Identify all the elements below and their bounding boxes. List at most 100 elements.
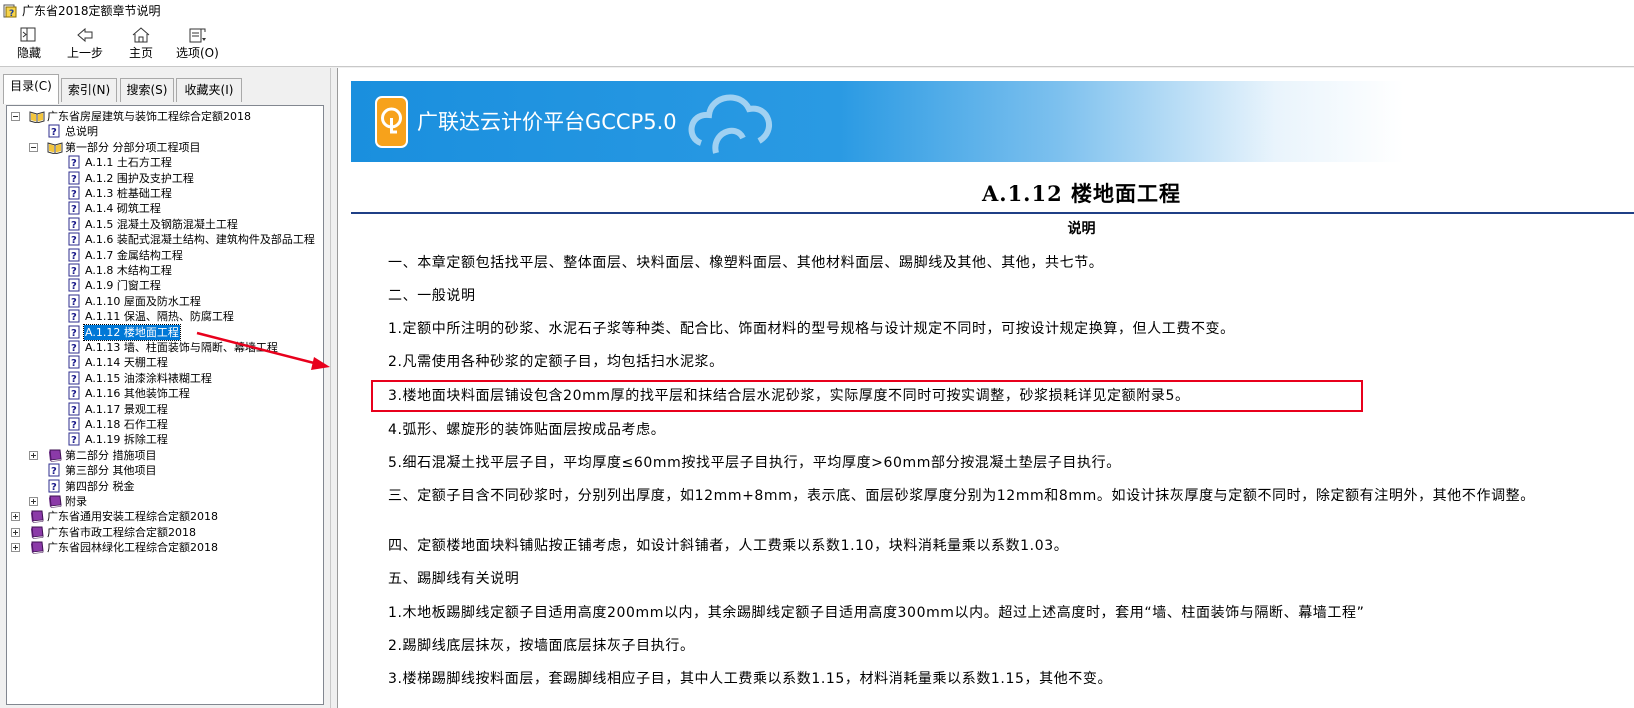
tab-favorites[interactable]: 收藏夹(I) [176,78,242,102]
svg-text:?: ? [71,158,77,169]
options-button[interactable]: 选项(O) [176,24,219,64]
book-open-icon [29,109,45,127]
paragraph: 二、一般说明 [388,288,476,304]
toolbar: 隐藏 上一步 主页 选项(O) [0,22,1634,66]
banner-title: 广联达云计价平台GCCP5.0 [417,110,677,134]
pane-splitter[interactable] [330,68,336,708]
tree-item-label: A.1.11 保温、隔热、防腐工程 [85,310,234,323]
tree-item-label: 总说明 [65,125,98,138]
tree-item-label: A.1.10 屋面及防水工程 [85,295,201,308]
svg-text:?: ? [71,266,77,277]
tree-item-label: A.1.2 围护及支护工程 [85,172,194,185]
book-open-icon [47,140,63,158]
tree-item-label: 第三部分 其他项目 [65,464,157,477]
tree-item-label: A.1.8 木结构工程 [85,264,172,277]
expand-icon[interactable] [29,451,38,460]
svg-text:?: ? [51,482,57,493]
document-view[interactable]: 广联达云计价平台GCCP5.0 A.1.12 楼地面工程 说明 一、本章定额包括… [337,68,1634,708]
paragraph: 五、踢脚线有关说明 [388,571,520,587]
home-icon [132,27,150,43]
svg-text:?: ? [71,358,77,369]
tree-item-label: A.1.7 金属结构工程 [85,249,183,262]
svg-text:?: ? [71,389,77,400]
collapse-icon[interactable] [11,112,20,121]
home-button[interactable]: 主页 [126,24,156,64]
svg-text:?: ? [71,328,77,339]
tree-item-label: A.1.1 土石方工程 [85,156,172,169]
home-label: 主页 [128,46,153,60]
options-icon [189,28,206,43]
tree-item-label: A.1.19 拆除工程 [85,433,168,446]
svg-text:?: ? [71,251,77,262]
svg-text:?: ? [71,204,77,215]
svg-text:?: ? [71,420,77,431]
paragraph: 4.弧形、螺旋形的装饰贴面层按成品考虑。 [388,422,666,438]
options-label: 选项(O) [176,46,219,60]
navigation-pane: 目录(C) 索引(N) 搜索(S) 收藏夹(I) 广东省房屋建筑与装饰工程综合定… [0,68,336,708]
paragraph: 三、定额子目含不同砂浆时，分别列出厚度，如12mm+8mm，表示底、面层砂浆厚度… [388,488,1535,504]
highlight-box [371,380,1363,412]
tab-index[interactable]: 索引(N) [61,78,117,102]
expand-icon[interactable] [29,497,38,506]
svg-text:?: ? [71,281,77,292]
gccp-logo-icon [375,96,408,148]
tree-item-label: A.1.3 桩基础工程 [85,187,172,200]
document-subheading: 说明 [1067,221,1096,237]
tree-item-label: 附录 [65,495,87,508]
cloud-watermark-icon [688,94,772,154]
back-label: 上一步 [66,46,103,60]
tree-item-label: A.1.6 装配式混凝土结构、建筑构件及部品工程 [85,233,315,246]
tab-contents[interactable]: 目录(C) [3,74,59,104]
expand-icon[interactable] [11,528,20,537]
title-bar: ? 广东省2018定额章节说明 [0,0,1634,22]
tree-item-label: A.1.17 景观工程 [85,403,168,416]
svg-text:?: ? [71,374,77,385]
collapse-icon[interactable] [29,143,38,152]
svg-text:?: ? [51,466,57,477]
paragraph: 1.定额中所注明的砂浆、水泥石子浆等种类、配合比、饰面材料的型号规格与设计规定不… [388,321,1235,337]
tree-item-label: A.1.12 楼地面工程 [83,324,181,341]
tree-item-label: A.1.5 混凝土及钢筋混凝土工程 [85,218,238,231]
document-heading: A.1.12 楼地面工程 [981,181,1182,206]
tree-item-label: 广东省市政工程综合定额2018 [47,526,196,539]
svg-text:?: ? [71,189,77,200]
heading-rule [351,212,1634,214]
paragraph: 四、定额楼地面块料铺贴按正铺考虑，如设计斜铺者，人工费乘以系数1.10，块料消耗… [388,538,1069,554]
svg-text:?: ? [71,435,77,446]
toolbar-divider [0,66,1634,67]
svg-text:?: ? [51,127,57,138]
tree-item-label: 第二部分 措施项目 [65,449,157,462]
tree-item-label: A.1.14 天棚工程 [85,356,168,369]
paragraph: 3.楼梯踢脚线按料面层，套踢脚线相应子目，其中人工费乘以系数1.15，材料消耗量… [388,671,1113,687]
svg-text:?: ? [71,312,77,323]
tree-item-label: 第一部分 分部分项工程项目 [65,141,201,154]
product-banner: 广联达云计价平台GCCP5.0 [351,81,1634,162]
tab-search[interactable]: 搜索(S) [120,78,174,102]
book-closed-icon [29,540,45,558]
svg-text:?: ? [71,235,77,246]
tree-item-label: A.1.18 石作工程 [85,418,168,431]
paragraph: 2.踢脚线底层抹灰，按墙面底层抹灰子目执行。 [388,638,695,654]
back-arrow-icon [77,27,93,43]
back-button[interactable]: 上一步 [66,24,104,64]
hide-icon [20,27,36,42]
expand-icon[interactable] [11,543,20,552]
paragraph: 一、本章定额包括找平层、整体面层、块料面层、橡塑料面层、其他材料面层、踢脚线及其… [388,255,1104,271]
expand-icon[interactable] [11,512,20,521]
tree-item-label: A.1.4 砌筑工程 [85,202,161,215]
paragraph: 5.细石混凝土找平层子目，平均厚度≤60mm按找平层子目执行，平均厚度>60mm… [388,455,1121,471]
window-title: 广东省2018定额章节说明 [22,4,161,18]
help-file-icon: ? [3,4,17,18]
svg-text:?: ? [71,220,77,231]
contents-tree[interactable]: 广东省房屋建筑与装饰工程综合定额2018? 总说明第一部分 分部分项工程项目? A.… [6,105,324,705]
hide-button[interactable]: 隐藏 [14,24,44,64]
svg-text:?: ? [71,297,77,308]
svg-text:?: ? [9,9,14,18]
paragraph: 2.凡需使用各种砂浆的定额子目，均包括扫水泥浆。 [388,354,724,370]
tree-item-label: 第四部分 税金 [65,480,135,493]
tree-item-label: 广东省房屋建筑与装饰工程综合定额2018 [47,110,251,123]
paragraph: 1.木地板踢脚线定额子目适用高度200mm以内，其余踢脚线定额子目适用高度300… [388,605,1365,621]
svg-text:?: ? [71,174,77,185]
tree-item-label: 广东省园林绿化工程综合定额2018 [47,541,218,554]
hide-label: 隐藏 [16,46,41,60]
